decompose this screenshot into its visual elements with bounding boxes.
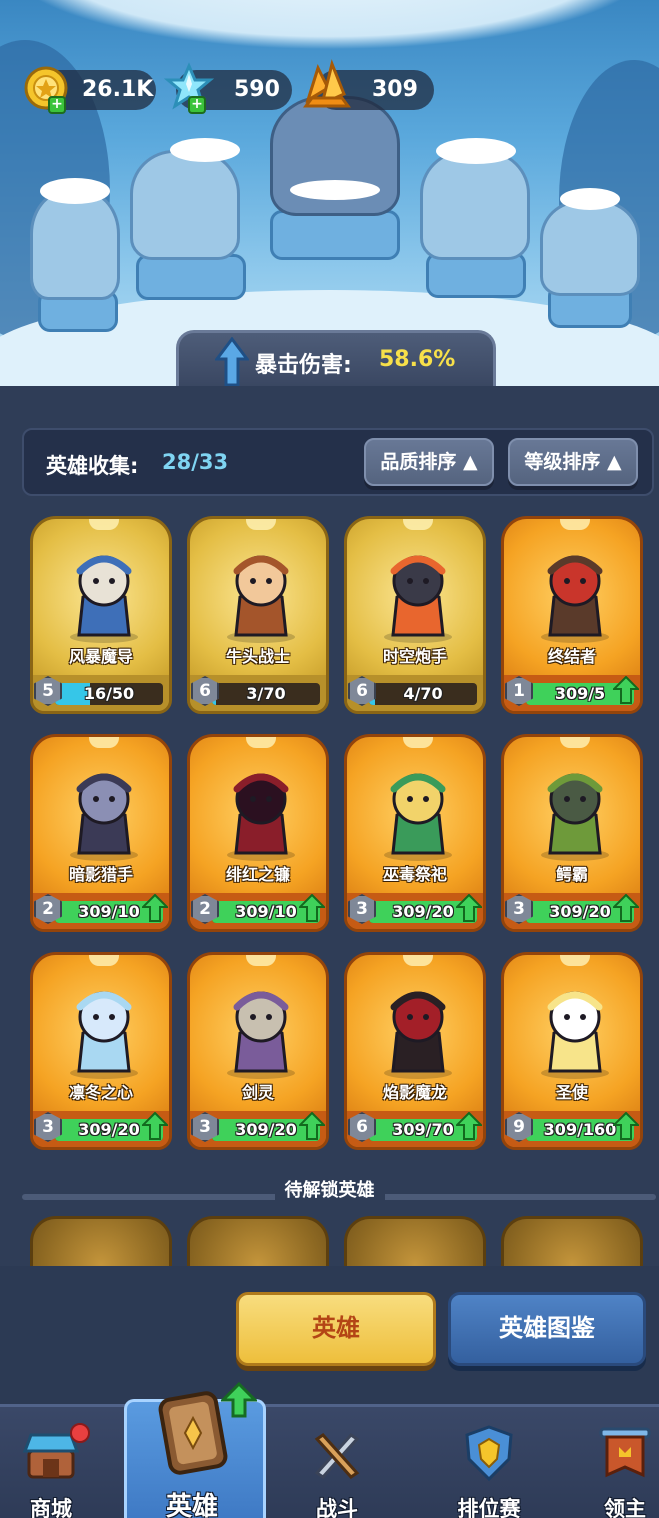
bottom-nav: 商城 英雄 战斗 排位赛 领主 [0, 1382, 659, 1518]
gunner-icon [361, 541, 475, 645]
hero-name: 鳄霸 [555, 865, 588, 884]
hero-card[interactable]: 鳄霸 309/20 3 [501, 734, 643, 940]
hero-card[interactable]: 巫毒祭祀 309/20 3 [344, 734, 486, 940]
hero-name: 暗影猎手 [68, 865, 133, 884]
crit-damage-label: 暴击伤害: [255, 353, 352, 378]
add-gold-button[interactable]: + [48, 96, 66, 114]
ice-statue-5 [540, 200, 640, 296]
gem-value: 309 [372, 77, 418, 102]
hero-card[interactable]: 终结者 309/5 1 [501, 516, 643, 722]
hero-card[interactable]: 凛冬之心 309/20 3 [30, 952, 172, 1158]
nav-label: 领主 [604, 1497, 646, 1518]
nav-label: 排位赛 [457, 1497, 521, 1518]
locked-heroes-title: 待解锁英雄 [0, 1176, 659, 1202]
upgrade-arrow-icon [456, 1112, 482, 1140]
nav-label: 战斗 [316, 1497, 358, 1518]
collection-label: 英雄收集: [46, 454, 139, 478]
action-area: 英雄 英雄图鉴 [0, 1266, 659, 1406]
upgrade-arrow-icon [221, 1382, 257, 1418]
locked-hero-card[interactable] [501, 1216, 643, 1268]
add-crystal-button[interactable]: + [188, 96, 206, 114]
hero-tab-button[interactable]: 英雄 [236, 1292, 436, 1366]
hero-name: 终结者 [547, 647, 596, 666]
nav-lord[interactable]: 领主 [560, 1407, 659, 1518]
hero-shard-count: 4/70 [403, 684, 443, 703]
sword-spirit-icon [204, 977, 318, 1081]
hero-atlas-button[interactable]: 英雄图鉴 [448, 1292, 646, 1366]
nav-label: 英雄 [165, 1492, 218, 1518]
hero-card[interactable]: 剑灵 309/20 3 [187, 952, 329, 1158]
hero-name: 剑灵 [241, 1083, 274, 1102]
up-arrow-icon [215, 337, 249, 387]
crimson-scythe-icon [204, 759, 318, 863]
locked-hero-card[interactable] [187, 1216, 329, 1268]
nav-ranked[interactable]: 排位赛 [424, 1407, 554, 1518]
voodoo-priest-icon [361, 759, 475, 863]
notification-dot [70, 1423, 90, 1443]
upgrade-arrow-icon [299, 1112, 325, 1140]
upgrade-arrow-icon [613, 676, 639, 704]
angel-icon [518, 977, 632, 1081]
dragon-icon [361, 977, 475, 1081]
upgrade-arrow-icon [299, 894, 325, 922]
shadow-hunter-icon [47, 759, 161, 863]
crocodile-icon [518, 759, 632, 863]
hero-card[interactable]: 焰影魔龙 309/70 6 [344, 952, 486, 1158]
hero-card[interactable]: 时空炮手 4/70 6 [344, 516, 486, 722]
ice-statue-2 [130, 150, 240, 260]
upgrade-arrow-icon [613, 1112, 639, 1140]
crit-damage-value: 58.6% [379, 347, 456, 372]
upgrade-arrow-icon [613, 894, 639, 922]
hero-name: 牛头战士 [225, 647, 290, 666]
banner-icon [595, 1423, 655, 1483]
locked-hero-card[interactable] [344, 1216, 486, 1268]
wizard-icon [47, 541, 161, 645]
locked-hero-card[interactable] [30, 1216, 172, 1268]
hero-name: 巫毒祭祀 [382, 865, 447, 884]
crossed-swords-icon [307, 1423, 367, 1483]
hero-name: 凛冬之心 [68, 1083, 133, 1102]
hero-card[interactable]: 绯红之镰 309/10 2 [187, 734, 329, 940]
nav-battle[interactable]: 战斗 [272, 1407, 402, 1518]
nav-label: 商城 [30, 1497, 72, 1518]
hero-shard-count: 3/70 [246, 684, 286, 703]
hero-name: 绯红之镰 [225, 865, 290, 884]
collection-count: 28/33 [162, 450, 229, 474]
hero-panel: 英雄收集: 28/33 品质排序 ▲ 等级排序 ▲ 风暴魔导 16/50 5 牛… [0, 386, 659, 1406]
hero-card[interactable]: 圣使 309/160 9 [501, 952, 643, 1158]
hero-shard-count: 16/50 [83, 684, 135, 703]
nav-hero[interactable]: 英雄 [124, 1382, 266, 1518]
terminator-icon [518, 541, 632, 645]
gold-value: 26.1K [82, 77, 154, 102]
hero-name: 风暴魔导 [68, 647, 133, 666]
crit-damage-banner: 暴击伤害: 58.6% [176, 330, 496, 387]
orange-gem-icon [298, 58, 356, 116]
ice-queen-icon [47, 977, 161, 1081]
sort-quality-button[interactable]: 品质排序 ▲ [364, 438, 494, 486]
hero-card[interactable]: 暗影猎手 309/10 2 [30, 734, 172, 940]
hero-card[interactable]: 牛头战士 3/70 6 [187, 516, 329, 722]
hero-name: 圣使 [555, 1083, 588, 1102]
collection-bar: 英雄收集: 28/33 品质排序 ▲ 等级排序 ▲ [22, 428, 654, 496]
rank-shield-icon [459, 1423, 519, 1483]
hero-name: 时空炮手 [382, 647, 447, 666]
sort-level-button[interactable]: 等级排序 ▲ [508, 438, 638, 486]
hero-name: 焰影魔龙 [382, 1083, 447, 1102]
upgrade-arrow-icon [142, 894, 168, 922]
upgrade-arrow-icon [142, 1112, 168, 1140]
hero-card[interactable]: 风暴魔导 16/50 5 [30, 516, 172, 722]
upgrade-arrow-icon [456, 894, 482, 922]
minotaur-icon [204, 541, 318, 645]
ice-statue-1 [30, 190, 120, 300]
nav-shop[interactable]: 商城 [0, 1407, 116, 1518]
crystal-value: 590 [234, 77, 280, 102]
ice-statue-4 [420, 150, 530, 260]
